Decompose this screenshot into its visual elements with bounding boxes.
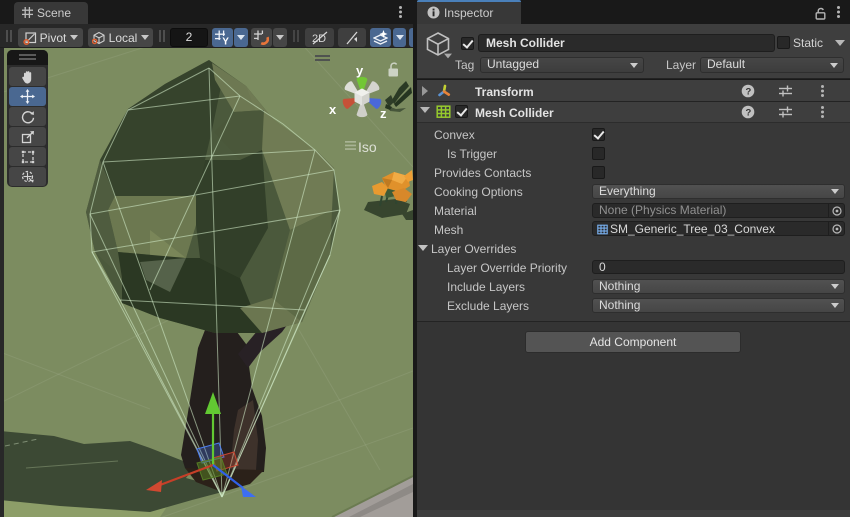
svg-text:?: ?	[746, 108, 752, 119]
svg-text:?: ?	[746, 87, 752, 98]
svg-text:z: z	[380, 106, 387, 121]
svg-text:Iso: Iso	[358, 139, 377, 155]
svg-text:Y: Y	[222, 37, 229, 46]
svg-text:y: y	[356, 63, 364, 78]
svg-text:x: x	[329, 102, 337, 117]
